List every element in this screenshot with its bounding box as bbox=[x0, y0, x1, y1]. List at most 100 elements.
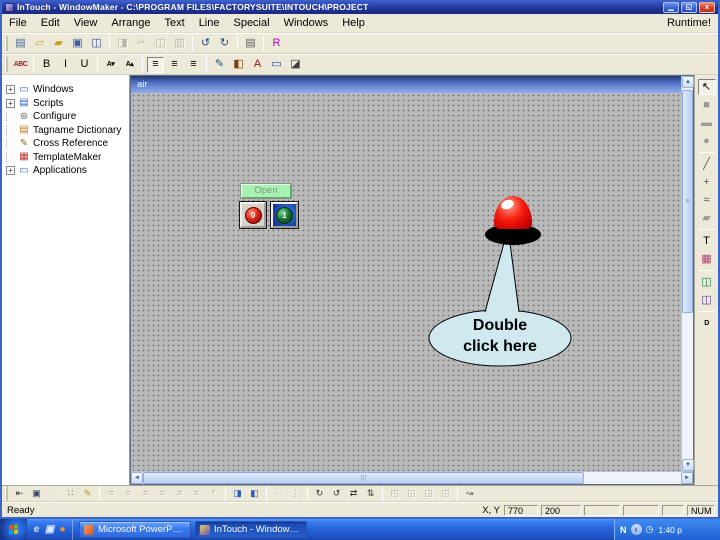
canvas-window-titlebar[interactable]: air bbox=[131, 76, 681, 93]
realtime-trend-tool-button[interactable]: ◫ bbox=[698, 274, 716, 290]
line-tool-button[interactable]: ╱ bbox=[698, 156, 716, 172]
canvas-body[interactable]: Open 0 1 Double click here bbox=[131, 93, 681, 471]
font-button[interactable]: ABC bbox=[12, 57, 29, 73]
space-vertical-button[interactable]: ⋮ bbox=[288, 487, 303, 501]
tree-row[interactable]: ▤ Tagname Dictionary bbox=[2, 124, 129, 138]
tray-n-icon[interactable]: N bbox=[620, 525, 627, 535]
scroll-right-button[interactable]: ► bbox=[681, 472, 693, 484]
scroll-up-button[interactable]: ▲ bbox=[682, 76, 694, 88]
firefox-icon[interactable]: ● bbox=[56, 523, 69, 537]
align-right-button[interactable]: ≡ bbox=[138, 487, 153, 501]
align-centerpoints-button[interactable]: * bbox=[206, 487, 221, 501]
align-right-button[interactable]: ≡ bbox=[185, 57, 202, 73]
bring-to-front-button[interactable]: ◨ bbox=[230, 487, 245, 501]
tray-app-icon[interactable]: ◷ bbox=[646, 524, 654, 535]
space-horizontal-button[interactable]: ⋯ bbox=[271, 487, 286, 501]
button-tool-button[interactable]: D bbox=[698, 315, 716, 331]
internet-explorer-icon[interactable]: e bbox=[30, 523, 43, 537]
italic-button[interactable]: I bbox=[57, 57, 74, 73]
reshape-object-button[interactable]: ↝ bbox=[462, 487, 477, 501]
tree-row[interactable]: + ▤ Scripts bbox=[2, 97, 129, 111]
expand-toggle[interactable]: + bbox=[6, 166, 15, 176]
scroll-down-button[interactable]: ▼ bbox=[682, 459, 694, 471]
pen-style-button[interactable]: ✎ bbox=[80, 487, 95, 501]
snap-to-grid-button[interactable]: ∷ bbox=[63, 487, 78, 501]
start-pushbutton[interactable]: 1 bbox=[271, 202, 298, 228]
vertical-scrollbar[interactable]: ▲ ≡ ▼ bbox=[681, 76, 694, 471]
close-button[interactable]: x bbox=[699, 1, 715, 13]
close-window-button[interactable]: ▰ bbox=[50, 36, 67, 52]
task-button-1[interactable]: InTouch - WindowMak... bbox=[195, 521, 307, 538]
redo-button[interactable]: ↻ bbox=[216, 36, 233, 52]
window-mode-button[interactable]: ▣ bbox=[29, 487, 44, 501]
title-bar[interactable]: InTouch - WindowMaker - C:\PROGRAM FILES… bbox=[2, 0, 718, 14]
tree-item-windows[interactable]: Windows bbox=[33, 84, 74, 95]
save-window-button[interactable]: ▣ bbox=[69, 36, 86, 52]
align-middle-button[interactable]: ≡ bbox=[172, 487, 187, 501]
paste-button[interactable]: ▥ bbox=[171, 36, 188, 52]
menu-help[interactable]: Help bbox=[335, 14, 372, 32]
open-window-button[interactable]: ▱ bbox=[31, 36, 48, 52]
menu-file[interactable]: File bbox=[2, 14, 34, 32]
bitmap-tool-button[interactable]: ▦ bbox=[698, 251, 716, 267]
restore-button[interactable]: ◱ bbox=[681, 1, 697, 13]
menu-text[interactable]: Text bbox=[158, 14, 192, 32]
open-indicator-button[interactable]: Open bbox=[241, 184, 291, 198]
show-desktop-icon[interactable]: ▣ bbox=[43, 523, 56, 537]
print-button[interactable]: ▤ bbox=[242, 36, 259, 52]
align-center-button[interactable]: ≡ bbox=[121, 487, 136, 501]
tree-item-cross-reference[interactable]: Cross Reference bbox=[33, 138, 108, 149]
rotate-clockwise-button[interactable]: ↻ bbox=[312, 487, 327, 501]
send-to-back-button[interactable]: ◧ bbox=[247, 487, 262, 501]
tree-row[interactable]: ▦ TemplateMaker bbox=[2, 151, 129, 165]
fill-color-button[interactable]: ◧ bbox=[230, 57, 247, 73]
toolbar-grip[interactable] bbox=[5, 486, 8, 501]
runtime-fast-switch-button[interactable]: R bbox=[268, 36, 285, 52]
transparent-color-button[interactable]: ◪ bbox=[287, 57, 304, 73]
line-color-button[interactable]: ✎ bbox=[211, 57, 228, 73]
flip-vertical-button[interactable]: ⇅ bbox=[363, 487, 378, 501]
minimize-button[interactable]: ▁ bbox=[663, 1, 679, 13]
window-color-button[interactable]: ▭ bbox=[268, 57, 285, 73]
cut-button[interactable]: ✂ bbox=[133, 36, 150, 52]
scroll-left-button[interactable]: ◄ bbox=[131, 472, 143, 484]
tree-row[interactable]: ✎ Cross Reference bbox=[2, 137, 129, 151]
menu-view[interactable]: View bbox=[67, 14, 105, 32]
make-cell-button[interactable]: ◲ bbox=[421, 487, 436, 501]
align-left-button[interactable]: ≡ bbox=[147, 56, 164, 73]
hv-line-tool-button[interactable]: + bbox=[698, 174, 716, 190]
undo-button[interactable]: ↺ bbox=[197, 36, 214, 52]
align-top-button[interactable]: ≡ bbox=[155, 487, 170, 501]
menu-edit[interactable]: Edit bbox=[34, 14, 67, 32]
vertical-scroll-thumb[interactable]: ≡ bbox=[682, 90, 693, 313]
tray-chevron-button[interactable]: ‹ bbox=[630, 524, 642, 535]
align-center-button[interactable]: ≡ bbox=[166, 57, 183, 73]
ellipse-tool-button[interactable]: ● bbox=[698, 133, 716, 149]
stop-pushbutton[interactable]: 0 bbox=[240, 202, 266, 228]
save-all-windows-button[interactable]: ◫ bbox=[88, 36, 105, 52]
rectangle-tool-button[interactable]: ■ bbox=[698, 97, 716, 113]
menu-arrange[interactable]: Arrange bbox=[104, 14, 157, 32]
pointer-mode-button[interactable]: ⇤ bbox=[12, 487, 27, 501]
reduce-font-button[interactable]: A▾ bbox=[102, 57, 119, 73]
enlarge-font-button[interactable]: A▴ bbox=[121, 57, 138, 73]
start-button[interactable] bbox=[0, 519, 27, 540]
toolbar-grip[interactable] bbox=[5, 57, 8, 72]
menu-windows[interactable]: Windows bbox=[277, 14, 336, 32]
flip-horizontal-button[interactable]: ⇄ bbox=[346, 487, 361, 501]
bold-button[interactable]: B bbox=[38, 57, 55, 73]
copy-button[interactable]: ◫ bbox=[152, 36, 169, 52]
horizontal-scroll-thumb[interactable]: ||| bbox=[143, 472, 585, 484]
tree-row[interactable]: ⊛ Configure bbox=[2, 110, 129, 124]
tree-item-tagname-dictionary[interactable]: Tagname Dictionary bbox=[33, 125, 121, 136]
tree-item-applications[interactable]: Applications bbox=[33, 165, 87, 176]
select-tool-button[interactable]: ↖ bbox=[697, 79, 716, 95]
polygon-tool-button[interactable]: ▰ bbox=[698, 210, 716, 226]
toolbar-grip[interactable] bbox=[5, 36, 8, 51]
text-color-button[interactable]: A bbox=[249, 57, 266, 73]
menu-line[interactable]: Line bbox=[192, 14, 227, 32]
underline-button[interactable]: U bbox=[76, 57, 93, 73]
expand-toggle[interactable]: + bbox=[6, 85, 15, 95]
align-left-button[interactable]: ≡ bbox=[104, 487, 119, 501]
selection-box-button[interactable]: ◌ bbox=[46, 487, 61, 501]
